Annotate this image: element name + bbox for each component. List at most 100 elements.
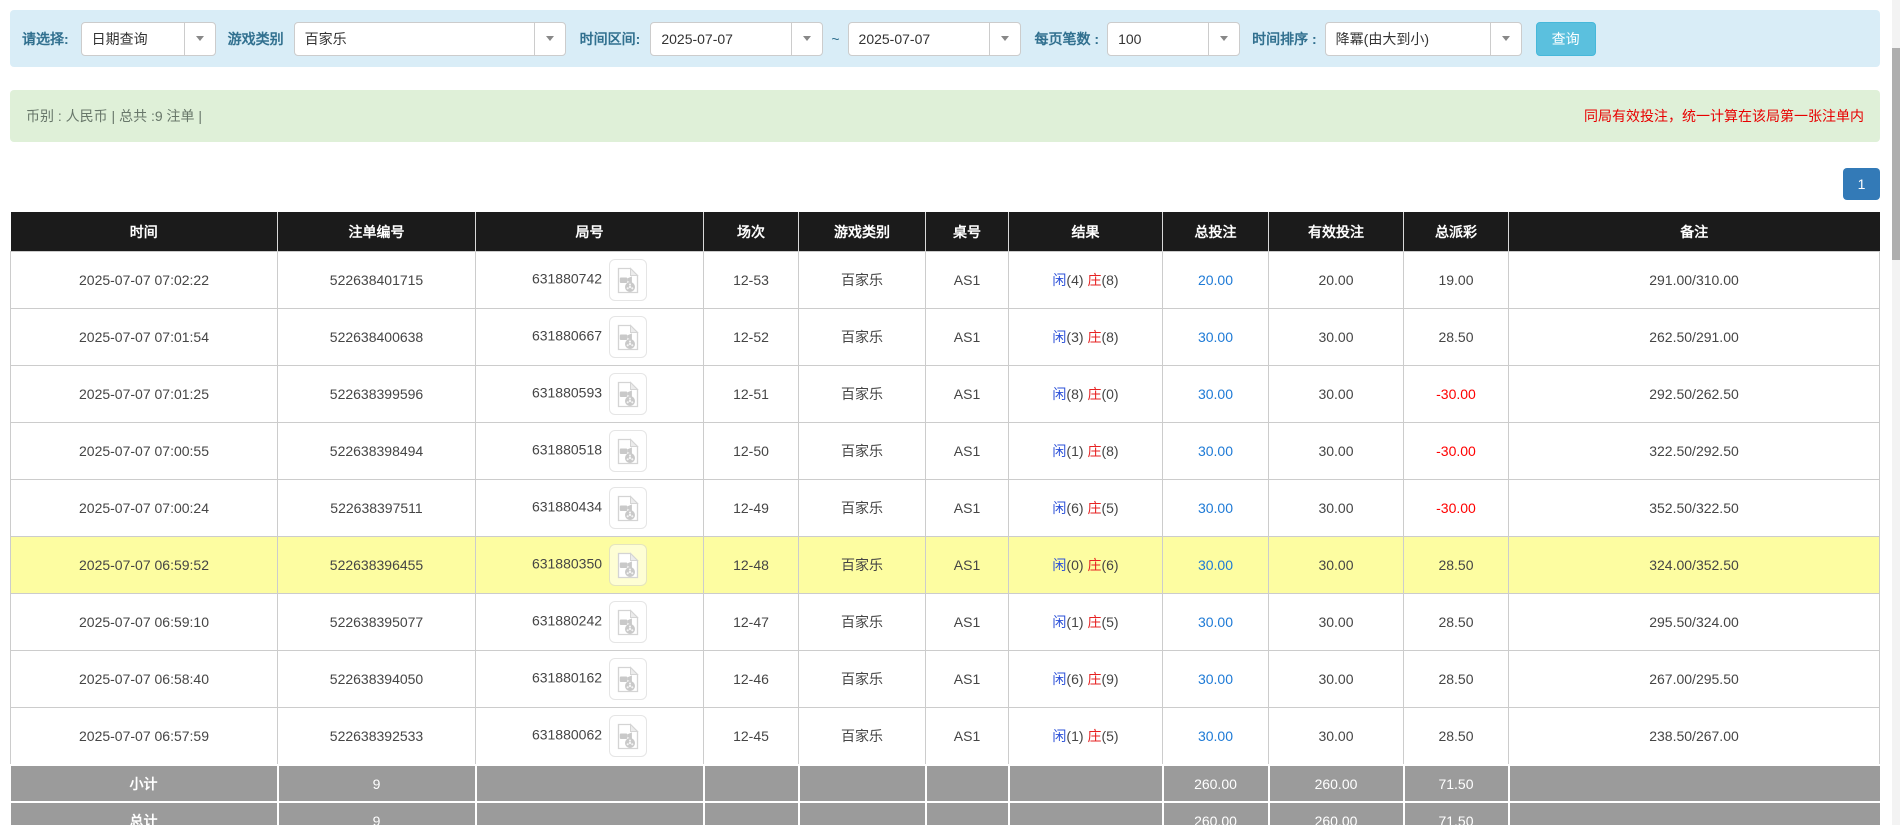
date-range-separator: ~ xyxy=(831,30,840,47)
round-number: 631880518 xyxy=(531,441,603,458)
payout-cell: 28.50 xyxy=(1403,593,1509,651)
table-no-cell: AS1 xyxy=(925,536,1009,594)
banker-result-points: (5) xyxy=(1101,728,1119,744)
page-size-label: 每页笔数 : xyxy=(1034,30,1100,47)
round-number: 631880434 xyxy=(531,498,603,515)
bet-id-cell: 522638401715 xyxy=(277,251,476,309)
bet-id-cell: 522638394050 xyxy=(277,650,476,708)
grand-total-row: 总计 9 260.00 260.00 71.50 xyxy=(10,801,1880,825)
grand-total-row-count: 9 xyxy=(276,801,476,825)
column-header-2: 局号 xyxy=(475,212,704,252)
video-replay-button[interactable] xyxy=(609,544,648,586)
column-header-8: 有效投注 xyxy=(1268,212,1404,252)
bet-id-cell: 522638400638 xyxy=(277,308,476,366)
valid-bet-cell: 30.00 xyxy=(1268,479,1404,537)
time-cell: 2025-07-07 07:00:24 xyxy=(10,479,278,537)
video-replay-button[interactable] xyxy=(609,373,648,415)
total-bet-link[interactable]: 30.00 xyxy=(1198,500,1233,516)
video-replay-button[interactable] xyxy=(609,601,648,643)
video-icon xyxy=(617,665,639,692)
date-from-value: 2025-07-07 xyxy=(661,30,733,47)
round-number: 631880667 xyxy=(531,327,603,344)
video-icon xyxy=(617,437,639,464)
player-result-label: 闲 xyxy=(1052,386,1067,402)
video-replay-button[interactable] xyxy=(609,316,648,358)
total-bet-cell: 30.00 xyxy=(1162,536,1269,594)
video-replay-button[interactable] xyxy=(609,715,648,757)
total-bet-link[interactable]: 30.00 xyxy=(1198,728,1233,744)
round-cell: 631880742 xyxy=(475,251,704,309)
table-no-cell: AS1 xyxy=(925,479,1009,537)
remark-cell: 352.50/322.50 xyxy=(1508,479,1880,537)
result-cell: 闲(8) 庄(0) xyxy=(1008,365,1163,423)
round-number: 631880062 xyxy=(531,726,603,743)
vertical-scrollbar[interactable] xyxy=(1892,0,1900,825)
table-no-cell: AS1 xyxy=(925,593,1009,651)
date-to-select[interactable]: 2025-07-07 xyxy=(847,21,1021,56)
player-result-label: 闲 xyxy=(1052,329,1067,345)
total-bet-link[interactable]: 30.00 xyxy=(1198,386,1233,402)
query-type-label: 请选择: xyxy=(22,30,69,47)
video-icon xyxy=(617,323,639,350)
total-bet-link[interactable]: 30.00 xyxy=(1198,671,1233,687)
chevron-down-icon xyxy=(1208,22,1239,55)
time-sort-value: 降冪(由大到小) xyxy=(1335,30,1429,47)
date-to-value: 2025-07-07 xyxy=(858,30,931,47)
remark-cell: 322.50/292.50 xyxy=(1508,422,1880,480)
video-replay-button[interactable] xyxy=(609,658,648,700)
chevron-down-icon xyxy=(1489,22,1521,55)
time-cell: 2025-07-07 06:59:10 xyxy=(10,593,278,651)
column-header-7: 总投注 xyxy=(1162,212,1269,252)
time-sort-select[interactable]: 降冪(由大到小) xyxy=(1324,21,1522,56)
time-cell: 2025-07-07 07:00:55 xyxy=(10,422,278,480)
payout-cell: -30.00 xyxy=(1403,479,1509,537)
query-type-select[interactable]: 日期查询 xyxy=(80,21,216,56)
search-button[interactable]: 查询 xyxy=(1535,21,1596,56)
chevron-down-icon xyxy=(791,22,822,55)
page-button-1[interactable]: 1 xyxy=(1843,168,1880,200)
player-result-points: (8) xyxy=(1066,386,1084,402)
empty-cell xyxy=(1007,801,1163,825)
total-bet-link[interactable]: 20.00 xyxy=(1198,272,1233,288)
total-bet-link[interactable]: 30.00 xyxy=(1198,443,1233,459)
player-result-label: 闲 xyxy=(1052,671,1067,687)
total-bet-link[interactable]: 30.00 xyxy=(1198,329,1233,345)
game-type-cell: 百家乐 xyxy=(798,365,926,423)
total-bet-link[interactable]: 30.00 xyxy=(1198,614,1233,630)
total-bet-link[interactable]: 30.00 xyxy=(1198,557,1233,573)
valid-bet-cell: 30.00 xyxy=(1268,308,1404,366)
subtotal-row-total-bet: 260.00 xyxy=(1161,764,1269,802)
banker-result-points: (5) xyxy=(1101,500,1119,516)
table-no-cell: AS1 xyxy=(925,707,1009,766)
video-replay-button[interactable] xyxy=(609,487,648,529)
video-replay-button[interactable] xyxy=(609,430,648,472)
session-cell: 12-47 xyxy=(703,593,799,651)
player-result-label: 闲 xyxy=(1052,557,1067,573)
video-icon xyxy=(617,266,639,293)
column-header-4: 游戏类别 xyxy=(798,212,926,252)
grand-total-row-label: 总计 xyxy=(10,801,278,825)
game-category-select[interactable]: 百家乐 xyxy=(293,21,566,56)
scrollbar-thumb[interactable] xyxy=(1892,48,1900,260)
summary-bar: 币别 : 人民币 | 总共 :9 注单 | 同局有效投注，统一计算在该局第一张注… xyxy=(10,90,1880,142)
banker-result-label: 庄 xyxy=(1087,557,1102,573)
date-from-select[interactable]: 2025-07-07 xyxy=(650,21,824,56)
result-cell: 闲(1) 庄(5) xyxy=(1008,593,1163,651)
table-row: 2025-07-07 07:00:55 522638398494 631880518… xyxy=(10,422,1880,480)
table-row: 2025-07-07 07:01:25 522638399596 631880593… xyxy=(10,365,1880,423)
remark-cell: 262.50/291.00 xyxy=(1508,308,1880,366)
total-bet-cell: 30.00 xyxy=(1162,707,1269,766)
column-header-10: 备注 xyxy=(1508,212,1880,252)
video-replay-button[interactable] xyxy=(609,259,648,301)
game-type-cell: 百家乐 xyxy=(798,479,926,537)
subtotal-row-valid-bet: 260.00 xyxy=(1267,764,1404,802)
round-number: 631880162 xyxy=(531,669,603,686)
bet-id-cell: 522638396455 xyxy=(277,536,476,594)
remark-cell: 295.50/324.00 xyxy=(1508,593,1880,651)
page-size-select[interactable]: 100 xyxy=(1107,21,1241,56)
payout-cell: -30.00 xyxy=(1403,422,1509,480)
result-cell: 闲(1) 庄(5) xyxy=(1008,707,1163,766)
result-cell: 闲(0) 庄(6) xyxy=(1008,536,1163,594)
bet-id-cell: 522638399596 xyxy=(277,365,476,423)
page-size-value: 100 xyxy=(1118,30,1142,47)
